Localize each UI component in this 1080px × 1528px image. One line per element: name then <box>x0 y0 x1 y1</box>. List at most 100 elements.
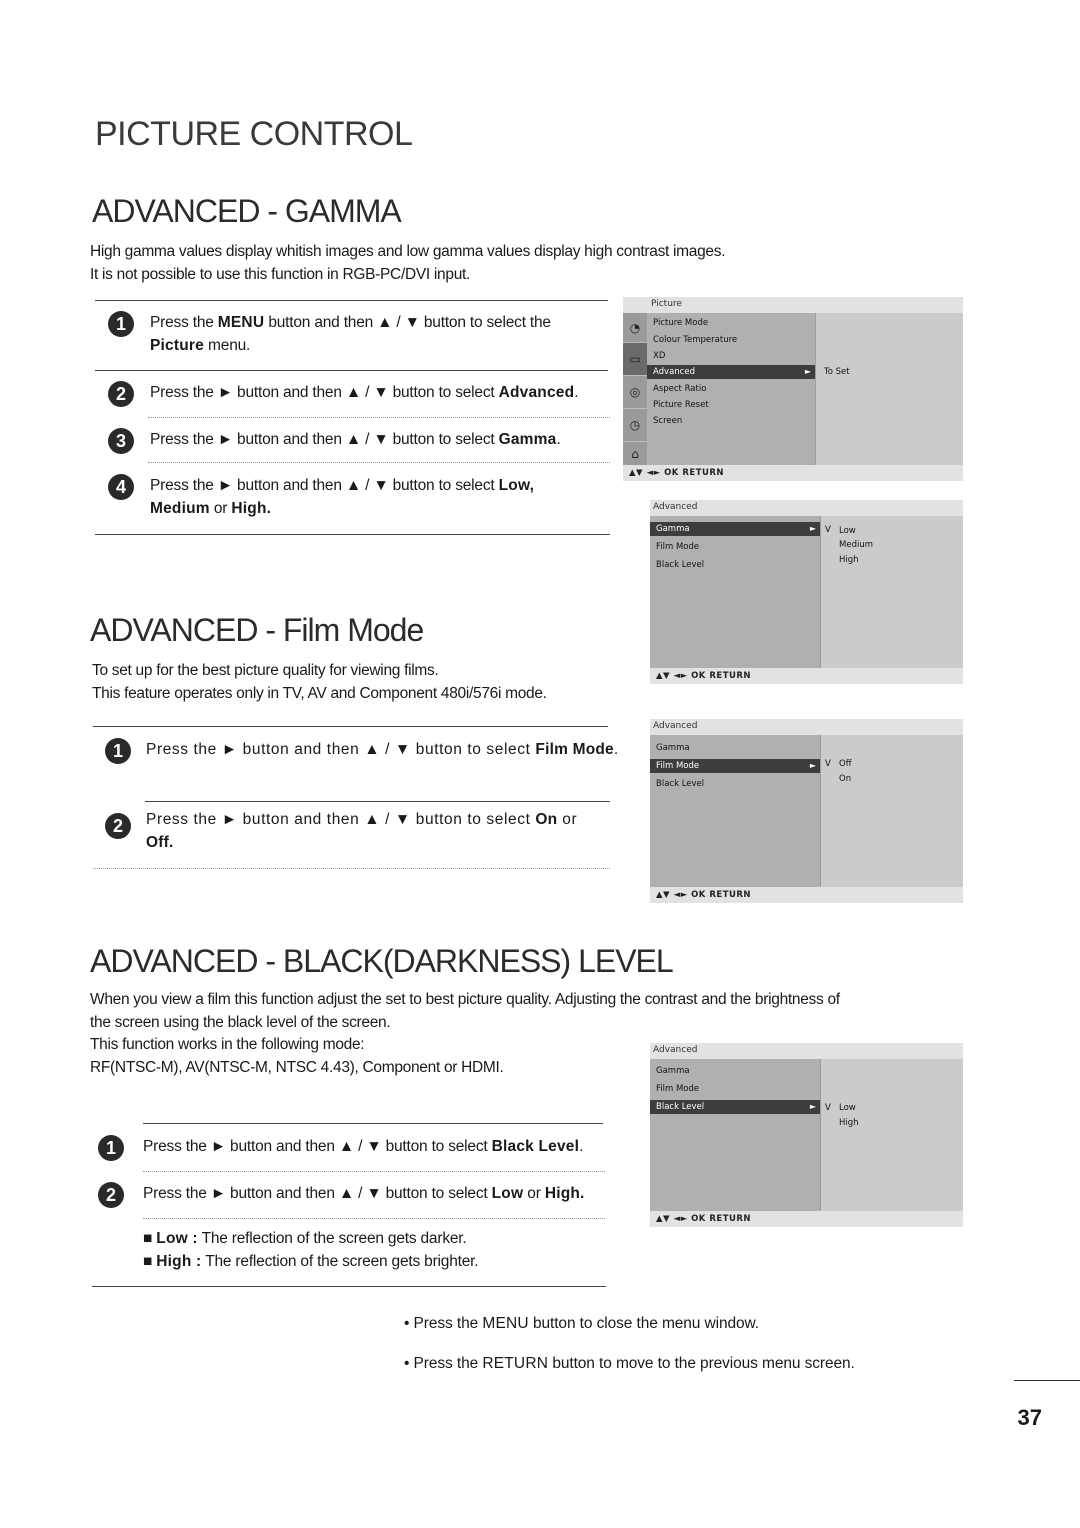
step-text: Press the ► button and then ▲ / ▼ button… <box>150 384 579 401</box>
divider <box>145 801 610 802</box>
osd-header: Advanced <box>653 502 698 512</box>
arrow-right-icon: ► <box>809 1102 816 1111</box>
osd-submenu-panel: To Set <box>816 313 963 465</box>
lock-icon: ⌂ <box>631 446 639 461</box>
step-number-badge: 3 <box>108 428 134 454</box>
osd-item-black-level[interactable]: Black Level <box>650 777 820 791</box>
osd-nav-hint: ▲▼ ◄► OK RETURN <box>656 890 752 900</box>
divider <box>1014 1380 1080 1381</box>
section-title-gamma: ADVANCED - GAMMA <box>92 193 402 229</box>
osd-item-screen[interactable]: Screen <box>647 414 815 428</box>
divider <box>143 1123 603 1124</box>
note-menu-close: • Press the MENU button to close the men… <box>404 1315 759 1332</box>
osd-option-panel: V Low High <box>821 1059 963 1211</box>
check-mark-icon: V <box>825 1103 831 1113</box>
osd-item-film-mode[interactable]: Film Mode <box>650 1082 820 1096</box>
gamma-step-1: 1 Press the MENU button and then ▲ / ▼ b… <box>108 311 551 357</box>
osd-option-low[interactable]: Low <box>839 1101 856 1115</box>
osd-option-panel: V Low Medium High <box>821 516 963 668</box>
gamma-step-4: 4 Press the ► button and then ▲ / ▼ butt… <box>108 474 534 520</box>
divider <box>148 462 610 463</box>
osd-option-high[interactable]: High <box>839 553 859 567</box>
film-description: To set up for the best picture quality f… <box>92 660 547 705</box>
film-step-2: 2 Press the ► button and then ▲ / ▼ butt… <box>105 808 577 854</box>
osd-item-gamma[interactable]: Gamma <box>650 741 820 755</box>
step-text: Press the MENU button and then ▲ / ▼ but… <box>150 314 551 354</box>
osd-item-gamma[interactable]: Gamma <box>650 1064 820 1078</box>
arrow-right-icon: ► <box>809 761 816 770</box>
gamma-description: High gamma values display whitish images… <box>90 241 726 286</box>
osd-header: Advanced <box>653 1045 698 1055</box>
section-title-black-level: ADVANCED - BLACK(DARKNESS) LEVEL <box>90 943 674 979</box>
osd-item-film-mode[interactable]: Film Mode ► <box>650 759 820 773</box>
osd-item-colour-temperature[interactable]: Colour Temperature <box>647 333 815 347</box>
divider <box>93 726 608 727</box>
osd-option-panel: V Off On <box>821 735 963 887</box>
divider <box>93 868 610 869</box>
divider <box>95 370 608 371</box>
osd-item-advanced[interactable]: Advanced ► <box>647 365 815 379</box>
gamma-desc-line: It is not possible to use this function … <box>90 265 471 283</box>
bullet-high: ■ High : The reflection of the screen ge… <box>143 1253 479 1270</box>
bullet-low: ■ Low : The reflection of the screen get… <box>143 1230 467 1247</box>
page-title: PICTURE CONTROL <box>95 115 413 153</box>
osd-side-label: To Set <box>824 367 850 377</box>
step-number-badge: 1 <box>98 1135 124 1161</box>
osd-option-off[interactable]: Off <box>839 757 852 771</box>
gamma-desc-line: High gamma values display whitish images… <box>90 243 726 260</box>
divider <box>95 534 610 535</box>
section-title-film-mode: ADVANCED - Film Mode <box>90 612 424 648</box>
osd-advanced-black-level: Advanced Gamma Film Mode Black Level ► V … <box>650 1043 963 1227</box>
divider <box>95 300 608 301</box>
check-mark-icon: V <box>825 525 831 535</box>
osd-item-picture-mode[interactable]: Picture Mode <box>647 316 815 330</box>
osd-item-list: Gamma ► Film Mode Black Level <box>650 516 821 668</box>
film-desc-line: This feature operates only in TV, AV and… <box>92 684 547 702</box>
osd-item-list: Picture Mode Colour Temperature XD Advan… <box>647 313 816 465</box>
divider <box>148 417 610 418</box>
black-bullets: ■ Low : The reflection of the screen get… <box>143 1227 479 1273</box>
osd-item-gamma[interactable]: Gamma ► <box>650 522 820 536</box>
step-number-badge: 1 <box>105 738 131 764</box>
osd-item-picture-reset[interactable]: Picture Reset <box>647 398 815 412</box>
osd-header: Advanced <box>653 721 698 731</box>
osd-item-aspect-ratio[interactable]: Aspect Ratio <box>647 382 815 396</box>
osd-option-on[interactable]: On <box>839 772 851 786</box>
film-step-1: 1 Press the ► button and then ▲ / ▼ butt… <box>105 738 619 764</box>
step-text: Press the ► button and then ▲ / ▼ button… <box>146 741 619 758</box>
osd-header: Picture <box>651 299 682 309</box>
osd-item-black-level[interactable]: Black Level <box>650 558 820 572</box>
tv-screen-icon: ▭ <box>623 343 647 376</box>
black-step-1: 1 Press the ► button and then ▲ / ▼ butt… <box>98 1135 583 1161</box>
osd-item-xd[interactable]: XD <box>647 349 815 363</box>
osd-option-high[interactable]: High <box>839 1116 859 1130</box>
osd-icon-column: ◔ ▭ ◎ ◷ ⌂ <box>623 313 647 465</box>
step-text: Press the ► button and then ▲ / ▼ button… <box>150 477 535 517</box>
gamma-step-2: 2 Press the ► button and then ▲ / ▼ butt… <box>108 381 579 407</box>
step-text: Press the ► button and then ▲ / ▼ button… <box>146 811 578 851</box>
osd-option-medium[interactable]: Medium <box>839 538 873 552</box>
step-number-badge: 2 <box>98 1182 124 1208</box>
osd-nav-hint: ▲▼ ◄► OK RETURN <box>656 1214 752 1224</box>
check-mark-icon: V <box>825 759 831 769</box>
osd-advanced-film-mode: Advanced Gamma Film Mode ► Black Level V … <box>650 719 963 903</box>
black-step-2: 2 Press the ► button and then ▲ / ▼ butt… <box>98 1182 585 1208</box>
osd-picture-menu: Picture ◔ ▭ ◎ ◷ ⌂ Picture Mode Colour Te… <box>623 297 963 481</box>
step-number-badge: 2 <box>105 813 131 839</box>
osd-item-film-mode[interactable]: Film Mode <box>650 540 820 554</box>
divider <box>92 1286 606 1287</box>
page-number: 37 <box>1017 1405 1042 1430</box>
osd-item-list: Gamma Film Mode ► Black Level <box>650 735 821 887</box>
clock-icon: ◷ <box>623 409 647 442</box>
gamma-step-3: 3 Press the ► button and then ▲ / ▼ butt… <box>108 428 561 454</box>
step-text: Press the ► button and then ▲ / ▼ button… <box>150 431 561 448</box>
black-desc-line: When you view a film this function adjus… <box>90 991 840 1008</box>
divider <box>143 1218 605 1219</box>
osd-nav-hint: ▲▼ ◄► OK RETURN <box>656 671 752 681</box>
satellite-dish-icon: ◔ <box>623 313 647 343</box>
arrow-right-icon: ► <box>809 524 816 533</box>
arrow-right-icon: ► <box>804 367 811 376</box>
black-desc-line: the screen using the black level of the … <box>90 1013 391 1031</box>
osd-option-low[interactable]: Low <box>839 524 856 538</box>
osd-item-black-level[interactable]: Black Level ► <box>650 1100 820 1114</box>
